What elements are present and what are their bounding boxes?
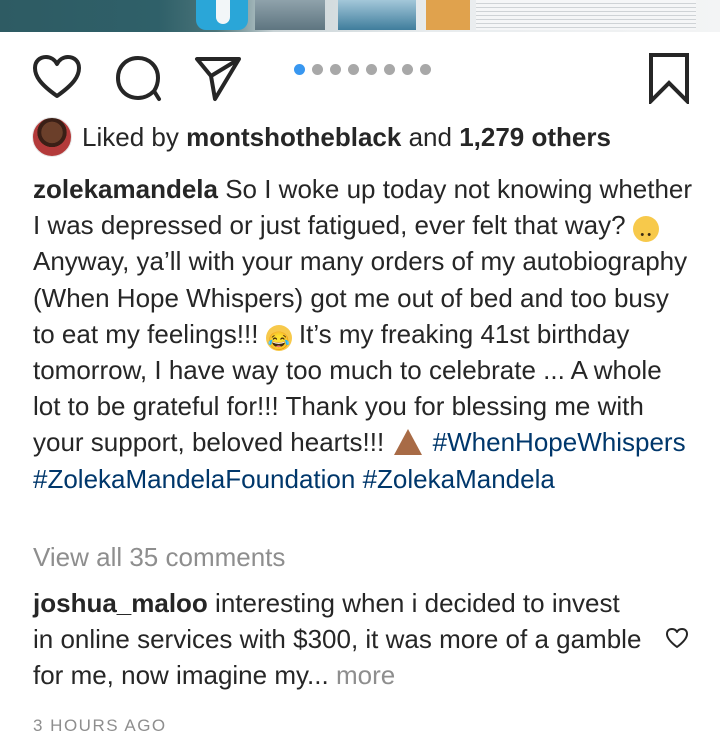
comment-more-link[interactable]: more xyxy=(336,660,395,690)
comment-icon[interactable] xyxy=(114,54,162,102)
photo-thumbnail xyxy=(338,0,416,30)
photo-blue-card xyxy=(196,0,248,30)
carousel-dot xyxy=(420,64,431,75)
heart-icon[interactable] xyxy=(32,54,82,100)
share-icon[interactable] xyxy=(193,54,243,102)
liked-by-username[interactable]: montshotheblack xyxy=(186,122,401,152)
view-all-comments-link[interactable]: View all 35 comments xyxy=(33,541,285,573)
bookmark-icon[interactable] xyxy=(647,52,691,104)
carousel-dot xyxy=(366,64,377,75)
hashtag-link[interactable]: #ZolekaMandela xyxy=(363,464,555,494)
carousel-dot xyxy=(294,64,305,75)
carousel-dot xyxy=(348,64,359,75)
flushed-face-emoji xyxy=(632,216,659,243)
carousel-dot xyxy=(330,64,341,75)
avatar[interactable] xyxy=(32,117,72,157)
carousel-dot xyxy=(384,64,395,75)
liked-by-others-link[interactable]: 1,279 others xyxy=(459,122,611,152)
photo-document xyxy=(476,0,696,30)
rolling-laughing-face-emoji xyxy=(265,324,292,351)
likes-summary: Liked by montshotheblack and 1,279 other… xyxy=(82,122,611,152)
comment-username[interactable]: joshua_maloo xyxy=(33,588,208,618)
hashtag-link[interactable]: #ZolekaMandelaFoundation xyxy=(33,464,355,494)
folded-hands-emoji xyxy=(391,429,425,455)
post-timestamp: 3 HOURS AGO xyxy=(33,716,167,735)
post-caption: zolekamandela So I woke up today not kno… xyxy=(33,171,693,497)
photo-thumbnail xyxy=(426,0,470,30)
post-actions-bar xyxy=(0,44,720,104)
photo-thumbnail xyxy=(255,0,325,30)
likes-row[interactable]: Liked by montshotheblack and 1,279 other… xyxy=(32,116,692,158)
hashtag-link[interactable]: #WhenHopeWhispers xyxy=(433,427,686,457)
caption-username[interactable]: zolekamandela xyxy=(33,174,218,204)
carousel-dot xyxy=(402,64,413,75)
comment-item: joshua_maloo interesting when i decided … xyxy=(33,585,643,694)
comment-heart-icon[interactable] xyxy=(665,627,689,649)
carousel-indicator xyxy=(294,64,431,76)
carousel-dot xyxy=(312,64,323,75)
post-photo[interactable] xyxy=(0,0,720,32)
